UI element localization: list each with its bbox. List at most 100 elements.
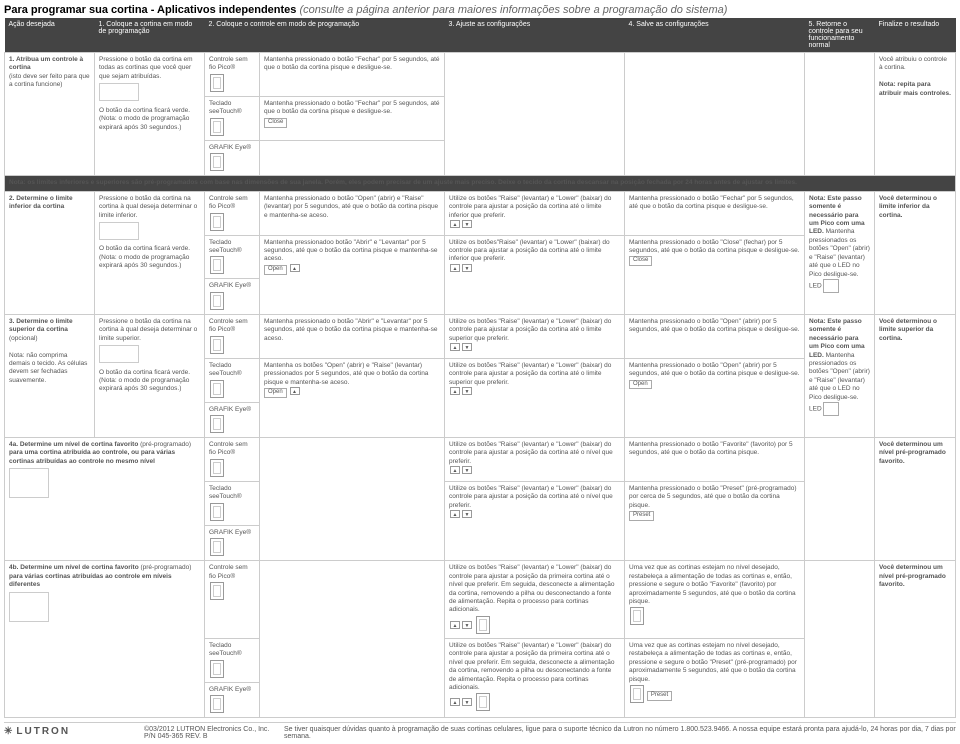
grafik-icon — [210, 153, 224, 171]
row3-see-text: Mantenha os botões "Open" (abrir) e "Rai… — [264, 362, 428, 386]
title-main: Para programar sua cortina - Aplicativos… — [4, 4, 296, 16]
remote-icon — [210, 213, 224, 231]
row4b-col4-pico-text: Uma vez que as cortinas estejam no nível… — [629, 564, 796, 605]
row4b-col3-see-text: Utilize os botões "Raise" (levantar) e "… — [449, 642, 615, 691]
row3-col2b-see: Mantenha os botões "Open" (abrir) e "Rai… — [260, 358, 445, 437]
row4b-result-text: Você determinou um nível pré-programado … — [879, 564, 946, 588]
th-6: Finalize o resultado — [875, 18, 956, 53]
th-5: 5. Retorne o controle para seu funcionam… — [805, 18, 875, 53]
row4b-col4-see-text: Uma vez que as cortinas estejam no nível… — [629, 642, 797, 683]
row4b-dev-see: Teclado seeTouch® — [205, 638, 260, 682]
raise-lower-icon: ▲▼ — [449, 220, 473, 229]
row2-pico-text: Mantenha pressionado o botão "Open" (abr… — [264, 195, 438, 219]
row3-result-text: Você determinou o limite superior da cor… — [879, 318, 937, 342]
row3-col4-see-text: Mantenha pressionado o botão "Open" (abr… — [629, 362, 800, 377]
page: Para programar sua cortina - Aplicativos… — [0, 0, 960, 744]
row1-col1-c: (Nota: o modo de programação expirará ap… — [99, 115, 189, 130]
row1-col1-a: Pressione o botão da cortina em todas as… — [99, 56, 193, 80]
led-label: LED — [809, 406, 822, 413]
row1-note: (isto deve ser feito para que a cortina … — [9, 73, 90, 88]
row4a-sub: (pré-programado) — [140, 441, 191, 448]
row2-col4-pico: Mantenha pressionado o botão "Fechar" po… — [625, 191, 805, 235]
row3-col2b-pico: Mantenha pressionado o botão "Abrir" e "… — [260, 314, 445, 358]
row1-col2b-see: Mantenha pressionado o botão "Fechar" po… — [260, 96, 445, 140]
battery-icon — [630, 685, 644, 703]
seetouch-label: Teclado seeTouch® — [209, 239, 242, 254]
row1-dev-grafik: GRAFIK Eye® — [205, 140, 260, 175]
row4b-col4-pico: Uma vez que as cortinas estejam no nível… — [625, 561, 805, 639]
row2-col1-c: (Nota: o modo de programação expirará ap… — [99, 254, 189, 269]
seetouch-label: Teclado seeTouch® — [209, 485, 242, 500]
row4b-col5-empty — [805, 561, 875, 718]
row2-col2b-pico: Mantenha pressionado o botão "Open" (abr… — [260, 191, 445, 235]
row4b-col3-pico: Utilize os botões "Raise" (levantar) e "… — [445, 561, 625, 639]
remote-icon — [210, 336, 224, 354]
part-number: P/N 045-365 REV. B — [144, 733, 208, 740]
grafik-label: GRAFIK Eye® — [209, 686, 251, 693]
row2-result-text: Você determinou o limite inferior da cor… — [879, 195, 937, 219]
row4a-col3-text: Utilize os botões "Raise" (levantar) e "… — [449, 441, 613, 465]
row3-col4-pico-text: Mantenha pressionado o botão "Open" (abr… — [629, 318, 800, 333]
row4a-dev-grafik: GRAFIK Eye® — [205, 525, 260, 560]
note-bar: Nota: os limites inferiores e superiores… — [5, 176, 956, 191]
row1-result: Você atribuiu o controle à cortina. Nota… — [875, 53, 956, 176]
row3-dev-see: Teclado seeTouch® — [205, 358, 260, 402]
row4b-dev-pico: Controle sem fio Pico® — [205, 561, 260, 639]
grafik-label: GRAFIK Eye® — [209, 144, 251, 151]
grafik-label: GRAFIK Eye® — [209, 282, 251, 289]
lutron-logo: LUTRON — [4, 726, 70, 737]
row4b-sub: (pré-programado) — [140, 564, 191, 571]
th-1: 1. Coloque a cortina em modo de programa… — [95, 18, 205, 53]
row4a-dev-see: Teclado seeTouch® — [205, 481, 260, 525]
footer-mid: ©03/2012 LUTRON Electronics Co., Inc. P/… — [144, 726, 274, 740]
row3-result: Você determinou o limite superior da cor… — [875, 314, 956, 437]
row2-col3-see: Utilize os botões"Raise" (levantar) e "L… — [445, 235, 625, 314]
row1-title: 1. Atribua um controle à cortina — [9, 56, 83, 71]
shade-illustration-icon — [99, 83, 139, 101]
remote-icon — [210, 582, 224, 600]
raise-icon: ▲ — [289, 264, 301, 273]
row4a-col5-empty — [805, 438, 875, 561]
row4b-col4-see: Uma vez que as cortinas estejam no nível… — [625, 638, 805, 717]
row1-col1-b: O botão da cortina ficará verde. — [99, 107, 190, 114]
raise-lower-icon: ▲▼ — [449, 698, 473, 707]
battery-icon — [476, 616, 490, 634]
row3-opt: (opcional) — [9, 335, 38, 342]
row4a-col3b-text: Utilize os botões "Raise" (levantar) e "… — [449, 485, 613, 509]
pico-label: Controle sem fio Pico® — [209, 318, 248, 333]
raise-lower-icon: ▲▼ — [449, 343, 473, 352]
row2-see-text: Mantenha pressionadoo botão "Abrir" e "L… — [264, 239, 437, 263]
keypad-icon — [210, 118, 224, 136]
footer-left: LUTRON — [4, 726, 134, 740]
keypad-icon — [210, 503, 224, 521]
row2-col5: Nota: Este passo somente é necessário pa… — [805, 191, 875, 314]
raise-lower-icon: ▲▼ — [449, 264, 473, 273]
copyright: ©03/2012 LUTRON Electronics Co., Inc. — [144, 726, 269, 733]
row2-col1: Pressione o botão da cortina na cortina … — [95, 191, 205, 314]
seetouch-label: Teclado seeTouch® — [209, 362, 242, 377]
grafik-icon — [210, 538, 224, 556]
row2-action: 2. Determine o limite inferior da cortin… — [5, 191, 95, 314]
open-button-label: Open — [629, 380, 652, 390]
row4b-result: Você determinou um nível pré-programado … — [875, 561, 956, 718]
row1-dev-see: Teclado seeTouch® — [205, 96, 260, 140]
row-1-a: 1. Atribua um controle à cortina (isto d… — [5, 53, 956, 97]
row3-dev-pico: Controle sem fio Pico® — [205, 314, 260, 358]
header-row: Ação desejada 1. Coloque a cortina em mo… — [5, 18, 956, 53]
shade-illustration-icon — [99, 222, 139, 240]
row1-see-text: Mantenha pressionado o botão "Fechar" po… — [264, 100, 440, 115]
row4b-action: 4b. Determine um nível de cortina favori… — [5, 561, 205, 718]
row2-dev-pico: Controle sem fio Pico® — [205, 191, 260, 235]
raise-lower-icon: ▲▼ — [449, 466, 473, 475]
row2-col3-pico: Utilize os botões "Raise" (levantar) e "… — [445, 191, 625, 235]
preset-button-label: Preset — [629, 511, 654, 521]
remote-icon — [210, 74, 224, 92]
row4a-result-text: Você determinou um nível pré-programado … — [879, 441, 946, 465]
grafik-icon — [210, 695, 224, 713]
row4a-col3-see: Utilize os botões "Raise" (levantar) e "… — [445, 481, 625, 560]
main-table: Ação desejada 1. Coloque a cortina em mo… — [4, 18, 956, 718]
row3-col3-see: Utilize os botões "Raise" (levantar) e "… — [445, 358, 625, 437]
row1-col2b-pico: Mantenha pressionado o botão "Fechar" po… — [260, 53, 445, 97]
row3-col4-see: Mantenha pressionado o botão "Open" (abr… — [625, 358, 805, 437]
note-bar-row: Nota: os limites inferiores e superiores… — [5, 176, 956, 191]
